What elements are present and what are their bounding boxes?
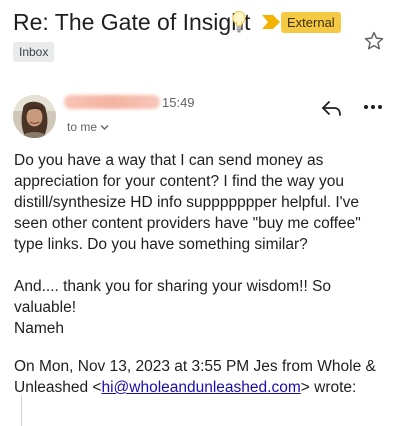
body-signature: Nameh	[14, 320, 64, 337]
sender-email-link[interactable]: hi@wholeandunleashed.com	[101, 379, 300, 396]
external-badge: External	[281, 12, 341, 33]
sender-avatar[interactable]	[13, 95, 56, 138]
lightbulb-icon	[232, 11, 246, 33]
reply-icon[interactable]	[320, 99, 342, 117]
quote-bar	[21, 395, 22, 426]
more-options-icon[interactable]	[363, 104, 383, 110]
email-body: Do you have a way that I can send money …	[14, 150, 394, 339]
star-icon[interactable]	[363, 30, 385, 52]
recipient-details-toggle[interactable]: to me	[67, 119, 109, 135]
body-paragraph: And.... thank you for sharing your wisdo…	[14, 278, 332, 316]
quote-header-suffix: > wrote:	[300, 379, 357, 396]
email-subject: Re: The Gate of Insight	[13, 9, 251, 35]
email-timestamp: 15:49	[162, 95, 195, 110]
quoted-message-header: On Mon, Nov 13, 2023 at 3:55 PM Jes from…	[14, 356, 394, 398]
importance-arrow-icon[interactable]	[262, 14, 280, 30]
sender-name-redacted	[64, 95, 160, 109]
body-paragraph: Do you have a way that I can send money …	[14, 152, 361, 253]
recipient-label: to me	[67, 120, 98, 134]
inbox-label-chip[interactable]: Inbox	[13, 42, 55, 62]
chevron-down-icon	[100, 124, 109, 130]
